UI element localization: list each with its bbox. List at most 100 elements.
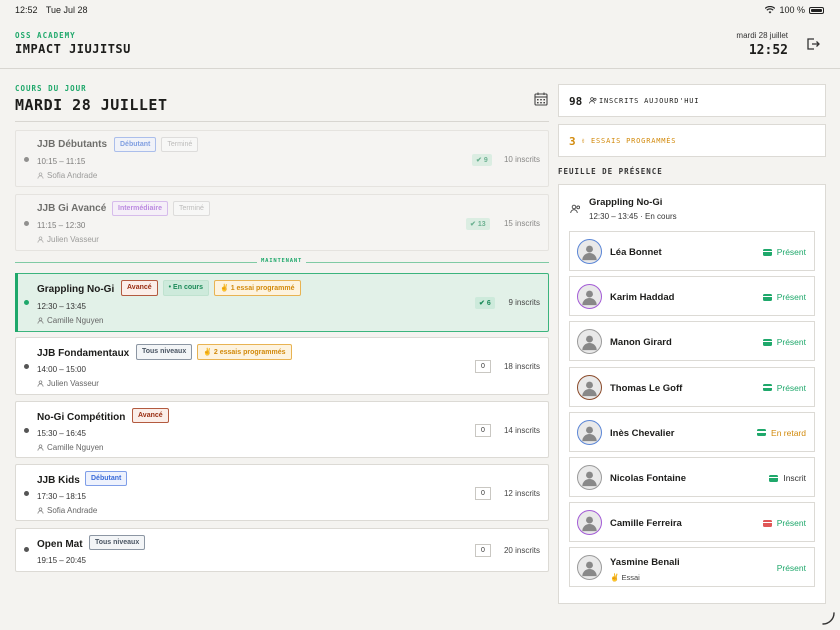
attendee-row[interactable]: Yasmine Benali ✌ Essai Présent — [569, 547, 815, 588]
status-dot — [24, 221, 29, 226]
attendee-row[interactable]: Camille Ferreira Présent — [569, 502, 815, 543]
attendee-name: Manon Girard — [610, 337, 672, 349]
session-time: 19:15 – 20:45 — [37, 556, 86, 565]
attendee-row[interactable]: Léa Bonnet Présent — [569, 231, 815, 271]
attendee-name: Karim Haddad — [610, 292, 675, 304]
avatar — [577, 239, 602, 264]
battery-icon — [809, 6, 824, 14]
attendee-row[interactable]: Manon Girard Présent — [569, 321, 815, 362]
session-time: 14:00 – 15:00 — [37, 365, 86, 374]
user-icon — [37, 172, 44, 179]
header-time: 12:52 — [748, 43, 788, 58]
avatar — [577, 419, 602, 445]
card-icon — [762, 293, 772, 301]
session-name: No-Gi Compétition — [37, 412, 126, 423]
session-name: JJB Fondamentaux — [37, 348, 130, 359]
status-dot — [24, 547, 29, 552]
user-icon — [37, 507, 44, 514]
session-name: Open Mat — [37, 539, 83, 550]
stat-inscrits: 98 INSCRITS AUJOURD'HUI — [558, 84, 826, 117]
sheet-session-time: 12:30 – 13:45 · En cours — [589, 212, 677, 221]
status-dot — [24, 157, 29, 162]
session-coach: Julien Vasseur — [37, 379, 99, 388]
stat-label: ✌ ESSAIS PROGRAMMÉS — [581, 137, 677, 145]
status-dot — [24, 491, 29, 496]
session-time: 12:30 – 13:45 — [37, 302, 86, 311]
present-count: ✔ 6 — [475, 297, 495, 309]
session-card[interactable]: Open Mat Tous niveaux 19:15 – 20:45 0 20… — [15, 528, 549, 572]
present-count: 0 — [475, 424, 491, 437]
attendance-status[interactable]: Présent — [762, 337, 806, 347]
session-time: 15:30 – 16:45 — [37, 429, 86, 438]
status-dot — [24, 428, 29, 433]
status-date: Tue Jul 28 — [45, 5, 88, 15]
present-count: ✔ 13 — [466, 218, 490, 230]
session-card[interactable]: JJB Gi Avancé Intermédiaire Terminé 11:1… — [15, 194, 549, 251]
session-coach: Sofia Andrade — [37, 171, 97, 180]
attendee-name: Léa Bonnet — [610, 247, 662, 258]
wifi-icon — [765, 6, 776, 14]
session-card-active[interactable]: Grappling No-Gi Avancé • En cours ✌ 1 es… — [15, 273, 549, 332]
inscrits-count: 9 inscrits — [508, 298, 540, 307]
session-name: JJB Débutants — [37, 139, 108, 150]
attendance-status[interactable]: Présent — [777, 563, 806, 573]
inscrits-count: 12 inscrits — [503, 489, 540, 498]
session-time: 17:30 – 18:15 — [37, 492, 86, 501]
attendee-row[interactable]: Nicolas Fontaine Inscrit — [569, 457, 815, 497]
attendance-status[interactable]: Présent — [762, 383, 806, 393]
avatar — [577, 555, 602, 581]
session-card[interactable]: JJB Débutants Débutant Terminé 10:15 – 1… — [15, 130, 549, 187]
avatar — [577, 465, 602, 490]
session-name: Grappling No-Gi — [37, 284, 115, 295]
attendance-status[interactable]: Présent — [762, 292, 806, 302]
session-card[interactable]: No-Gi Compétition Avancé 15:30 – 16:45 C… — [15, 401, 549, 458]
inscrits-count: 15 inscrits — [503, 219, 540, 228]
inscrits-count: 20 inscrits — [503, 546, 540, 555]
attendee-name: Camille Ferreira — [610, 518, 682, 530]
status-badge: Terminé — [172, 201, 210, 216]
level-badge: Avancé — [121, 280, 158, 296]
academy-name: OSS ACADEMY — [15, 31, 76, 40]
level-badge: Tous niveaux — [89, 535, 146, 550]
session-time: 10:15 – 11:15 — [37, 157, 86, 166]
calendar-icon[interactable] — [534, 92, 548, 106]
session-coach: Sofia Andrade — [37, 506, 97, 515]
attendee-row[interactable]: Thomas Le Goff Présent — [569, 366, 815, 407]
level-badge: Avancé — [132, 408, 169, 423]
attendance-status[interactable]: Présent — [762, 247, 806, 257]
session-coach: Julien Vasseur — [37, 235, 99, 244]
divider — [15, 121, 549, 122]
battery-percent: 100 % — [779, 5, 805, 15]
attendance-status[interactable]: Inscrit — [769, 473, 806, 483]
stat-label: INSCRITS AUJOURD'HUI — [589, 97, 699, 105]
status-dot — [24, 300, 29, 305]
attendance-sheet: Grappling No-Gi 12:30 – 13:45 · En cours… — [558, 184, 826, 604]
present-count: 0 — [475, 544, 491, 557]
session-time: 11:15 – 12:30 — [37, 221, 86, 230]
stat-essais: 3 ✌ ESSAIS PROGRAMMÉS — [558, 124, 826, 157]
attendee-name: Yasmine Benali — [610, 557, 680, 569]
attendance-status[interactable]: Présent — [762, 518, 806, 528]
sheet-session-name: Grappling No-Gi — [589, 197, 663, 208]
level-badge: Débutant — [85, 471, 128, 486]
attendance-status[interactable]: En retard — [757, 428, 806, 438]
attendee-row[interactable]: Karim Haddad Présent — [569, 276, 815, 317]
header-date: mardi 28 juillet — [736, 31, 788, 40]
session-card[interactable]: JJB Kids Débutant 17:30 – 18:15 Sofia An… — [15, 464, 549, 521]
users-icon — [570, 204, 581, 214]
attendee-name: Nicolas Fontaine — [610, 473, 687, 484]
school-name: IMPACT JIUJITSU — [15, 42, 131, 56]
logout-icon[interactable] — [806, 37, 820, 51]
session-name: JJB Kids — [37, 475, 80, 486]
status-badge: • En cours — [162, 280, 210, 296]
session-card[interactable]: JJB Fondamentaux Tous niveaux ✌ 2 essais… — [15, 337, 549, 395]
level-badge: Intermédiaire — [112, 201, 168, 216]
inscrits-count: 14 inscrits — [503, 426, 540, 435]
card-icon — [769, 474, 779, 482]
attendee-trial-label: ✌ Essai — [610, 573, 640, 583]
card-icon — [762, 384, 772, 392]
inscrits-count: 10 inscrits — [503, 155, 540, 164]
status-bar: 12:52 Tue Jul 28 100 % — [0, 0, 840, 20]
session-name: JJB Gi Avancé — [37, 203, 107, 214]
attendee-row[interactable]: Inès Chevalier En retard — [569, 411, 815, 452]
